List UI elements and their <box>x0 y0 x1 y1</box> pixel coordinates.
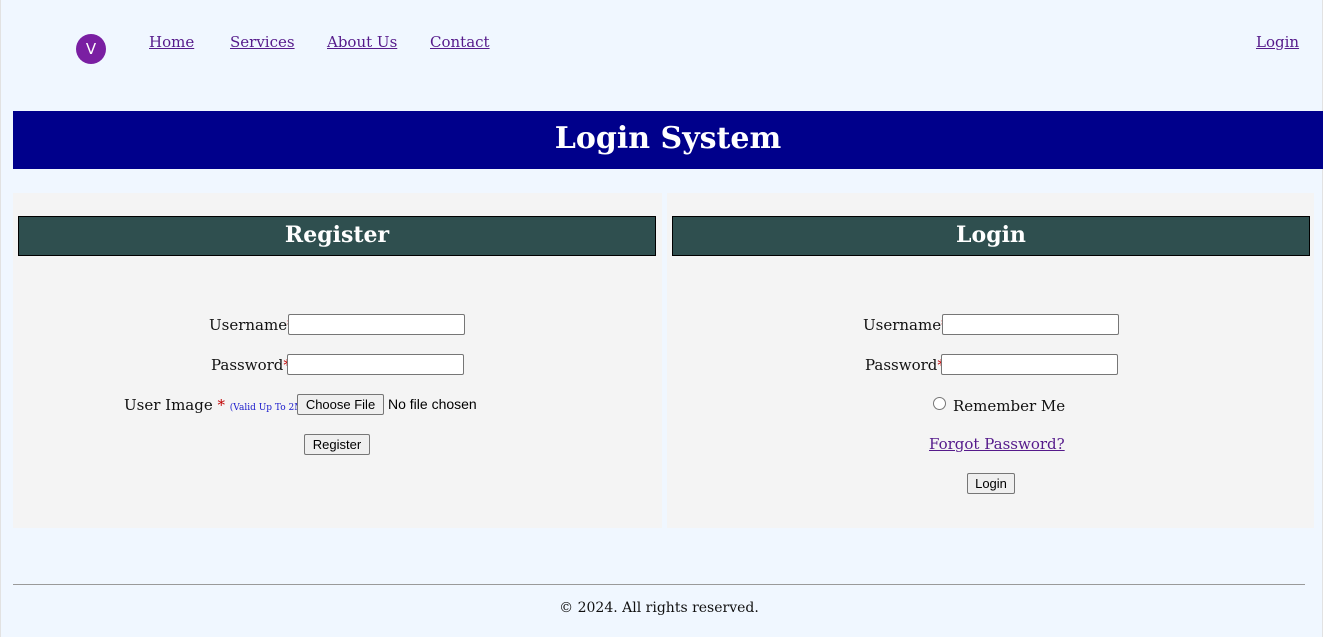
page: V Home Services About Us Contact Login L… <box>0 0 1323 637</box>
footer-divider <box>13 584 1305 585</box>
register-username-input[interactable] <box>288 314 465 335</box>
register-button[interactable]: Register <box>304 434 370 455</box>
logo-avatar[interactable]: V <box>76 34 106 64</box>
page-title-banner: Login System <box>13 111 1323 169</box>
nav-link-login[interactable]: Login <box>1256 33 1299 51</box>
register-password-label: Password* <box>211 356 291 374</box>
login-password-input[interactable] <box>941 354 1118 375</box>
login-username-input[interactable] <box>942 314 1119 335</box>
register-panel-title: Register <box>18 216 656 256</box>
choose-file-button[interactable]: Choose File <box>297 394 384 415</box>
remember-me-label: Remember Me <box>953 397 1066 415</box>
footer-copyright: © 2024. All rights reserved. <box>559 600 759 616</box>
navbar: V Home Services About Us Contact Login <box>1 0 1323 95</box>
forgot-password-link[interactable]: Forgot Password? <box>929 435 1065 453</box>
nav-link-contact[interactable]: Contact <box>430 33 490 51</box>
register-username-label: Username* <box>209 316 295 334</box>
remember-me-radio[interactable] <box>933 397 946 410</box>
register-panel: Register Username* Password* User Image … <box>13 193 662 528</box>
login-button[interactable]: Login <box>967 473 1015 494</box>
login-username-label: Username* <box>863 316 949 334</box>
login-panel: Login Username* Password* Remember Me Fo… <box>667 193 1314 528</box>
nav-link-services[interactable]: Services <box>230 33 295 51</box>
nav-link-about-us[interactable]: About Us <box>327 33 397 51</box>
register-image-label: User Image * (Valid Up To 2MB) <box>124 396 314 414</box>
register-password-input[interactable] <box>287 354 464 375</box>
login-password-label: Password* <box>865 356 945 374</box>
login-panel-title: Login <box>672 216 1310 256</box>
no-file-chosen-text: No file chosen <box>388 396 477 412</box>
nav-link-home[interactable]: Home <box>149 33 194 51</box>
